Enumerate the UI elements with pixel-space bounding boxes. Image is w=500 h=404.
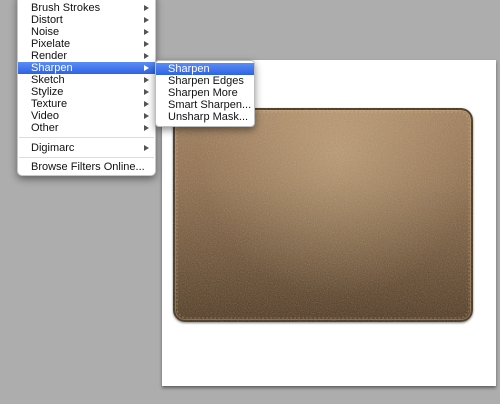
menu-separator [19,137,154,138]
menu-item-label: Texture [31,98,68,110]
filter-menu: Brush Strokes Distort Noise Pixelate Ren… [17,0,156,176]
submenu-arrow-icon [144,53,149,59]
submenu-item-label: Smart Sharpen... [168,99,252,111]
menu-item-sketch[interactable]: Sketch [18,74,155,86]
menu-item-label: Stylize [31,86,64,98]
submenu-arrow-icon [144,17,149,23]
menu-item-texture[interactable]: Texture [18,98,155,110]
menu-item-label: Digimarc [31,142,75,154]
menu-item-render[interactable]: Render [18,50,155,62]
menu-item-label: Sketch [31,74,65,86]
menu-item-pixelate[interactable]: Pixelate [18,38,155,50]
submenu-item-sharpen-edges[interactable]: Sharpen Edges [156,75,254,87]
submenu-arrow-icon [144,89,149,95]
leather-texture-panel [173,108,473,322]
menu-item-browse-filters-online[interactable]: Browse Filters Online... [18,161,155,173]
submenu-arrow-icon [144,145,149,151]
menu-item-label: Distort [31,14,63,26]
menu-item-digimarc[interactable]: Digimarc [18,142,155,154]
menu-item-label: Noise [31,26,60,38]
menu-item-distort[interactable]: Distort [18,14,155,26]
menu-item-label: Pixelate [31,38,71,50]
leather-grain [173,108,473,322]
menu-item-label: Sharpen [31,62,73,74]
menu-item-label: Browse Filters Online... [31,161,145,173]
submenu-item-label: Unsharp Mask... [168,111,249,123]
submenu-item-label: Sharpen More [168,87,238,99]
submenu-arrow-icon [144,41,149,47]
submenu-arrow-icon [144,113,149,119]
menu-separator [19,157,154,158]
menu-item-label: Other [31,122,59,134]
menu-item-sharpen[interactable]: Sharpen [18,62,155,74]
menu-item-noise[interactable]: Noise [18,26,155,38]
submenu-item-label: Sharpen [168,63,210,75]
submenu-item-unsharp-mask[interactable]: Unsharp Mask... [156,111,254,123]
menu-item-label: Brush Strokes [31,2,101,14]
sharpen-submenu: Sharpen Sharpen Edges Sharpen More Smart… [155,60,255,127]
menu-item-video[interactable]: Video [18,110,155,122]
menu-item-other[interactable]: Other [18,122,155,134]
menu-item-label: Video [31,110,59,122]
submenu-arrow-icon [144,77,149,83]
submenu-arrow-icon [144,5,149,11]
submenu-arrow-icon [144,65,149,71]
menu-item-label: Render [31,50,68,62]
menu-item-brush-strokes[interactable]: Brush Strokes [18,2,155,14]
submenu-item-sharpen-more[interactable]: Sharpen More [156,87,254,99]
submenu-item-smart-sharpen[interactable]: Smart Sharpen... [156,99,254,111]
submenu-item-label: Sharpen Edges [168,75,244,87]
menu-item-stylize[interactable]: Stylize [18,86,155,98]
submenu-item-sharpen[interactable]: Sharpen [156,63,254,75]
submenu-arrow-icon [144,101,149,107]
submenu-arrow-icon [144,29,149,35]
submenu-arrow-icon [144,125,149,131]
